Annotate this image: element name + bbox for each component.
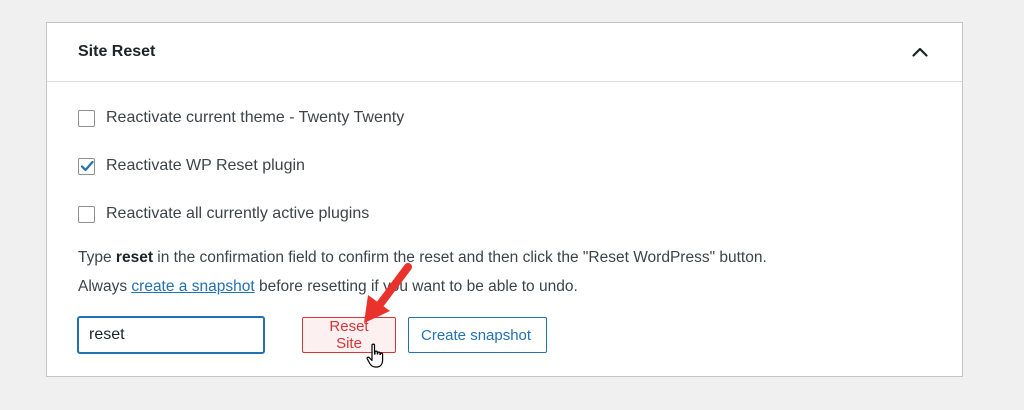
- reactivate-theme-checkbox[interactable]: [78, 109, 95, 127]
- help-text: before resetting if you want to be able …: [254, 278, 578, 295]
- panel-title: Site Reset: [78, 43, 156, 60]
- help-text: in the confirmation field to confirm the…: [152, 249, 767, 266]
- snapshot-hint: Always create a snapshot before resettin…: [78, 278, 578, 296]
- create-snapshot-button[interactable]: Create snapshot: [408, 317, 547, 353]
- panel-header[interactable]: Site Reset: [47, 23, 962, 82]
- confirm-instructions: Type reset in the confirmation field to …: [78, 249, 767, 267]
- option-label: Reactivate current theme - Twenty Twenty: [106, 109, 405, 126]
- reactivate-wp-reset-checkbox[interactable]: [78, 157, 95, 175]
- option-reactivate-wp-reset[interactable]: Reactivate WP Reset plugin: [78, 156, 305, 176]
- chevron-up-icon[interactable]: [908, 40, 932, 64]
- checkmark-icon: [80, 160, 94, 172]
- option-reactivate-plugins[interactable]: Reactivate all currently active plugins: [78, 204, 369, 224]
- option-reactivate-theme[interactable]: Reactivate current theme - Twenty Twenty: [78, 108, 404, 128]
- help-keyword: reset: [115, 249, 153, 266]
- reset-site-button[interactable]: Reset Site: [302, 317, 396, 353]
- option-label: Reactivate WP Reset plugin: [106, 157, 305, 174]
- help-text: Type: [78, 249, 116, 266]
- option-label: Reactivate all currently active plugins: [106, 205, 370, 222]
- create-snapshot-link[interactable]: create a snapshot: [131, 278, 254, 295]
- confirm-reset-input[interactable]: [78, 317, 264, 353]
- reactivate-plugins-checkbox[interactable]: [78, 205, 95, 223]
- site-reset-panel: Site Reset Reactivate current theme - Tw…: [46, 22, 963, 377]
- help-text: Always: [78, 278, 132, 295]
